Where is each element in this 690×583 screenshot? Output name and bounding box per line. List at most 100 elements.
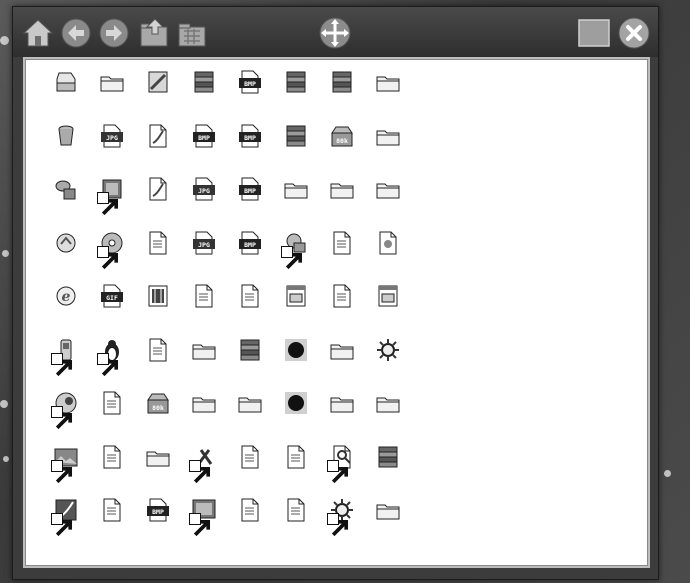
file-item[interactable] (43, 230, 89, 284)
web-doc-icon (283, 283, 309, 309)
file-item[interactable] (319, 390, 365, 444)
file-item[interactable] (135, 444, 181, 498)
file-item[interactable] (273, 69, 319, 123)
file-item[interactable] (89, 337, 135, 391)
file-item[interactable] (43, 337, 89, 391)
shortcut-arrow-icon (97, 245, 119, 269)
maximize-button[interactable] (577, 16, 611, 50)
file-item[interactable] (273, 390, 319, 444)
file-item[interactable] (135, 176, 181, 230)
file-type-label: BMP (244, 241, 256, 249)
file-item[interactable] (319, 283, 365, 337)
file-item[interactable] (227, 444, 273, 498)
file-type-label: JPG (106, 134, 118, 142)
gear-icon (327, 497, 355, 537)
file-item[interactable] (365, 497, 411, 551)
network-icon (53, 176, 79, 202)
file-item[interactable]: JPG (181, 176, 227, 230)
forward-button[interactable] (97, 16, 131, 50)
file-item[interactable] (273, 444, 319, 498)
file-item[interactable] (365, 176, 411, 230)
file-item[interactable]: GIF (89, 283, 135, 337)
file-item[interactable]: JPG (181, 230, 227, 284)
file-item[interactable] (365, 283, 411, 337)
file-item[interactable] (319, 337, 365, 391)
archive-icon (283, 69, 309, 95)
file-item[interactable] (365, 337, 411, 391)
file-item[interactable] (319, 230, 365, 284)
file-item[interactable] (319, 69, 365, 123)
file-item[interactable] (135, 123, 181, 177)
forward-arrow-icon (99, 18, 129, 48)
file-item[interactable]: BMP (227, 230, 273, 284)
file-item[interactable]: BMP (181, 123, 227, 177)
file-item[interactable] (181, 337, 227, 391)
file-item[interactable] (273, 283, 319, 337)
file-item[interactable] (89, 69, 135, 123)
file-item[interactable] (181, 283, 227, 337)
file-item[interactable] (181, 444, 227, 498)
file-item[interactable]: JPG (89, 123, 135, 177)
file-item[interactable] (273, 123, 319, 177)
file-item[interactable] (273, 176, 319, 230)
file-item[interactable]: 80k (135, 390, 181, 444)
file-item[interactable]: BMP (135, 497, 181, 551)
file-item[interactable] (319, 176, 365, 230)
file-item[interactable] (273, 497, 319, 551)
file-item[interactable] (365, 444, 411, 498)
file-type-label: GIF (106, 294, 118, 302)
file-item[interactable] (319, 444, 365, 498)
file-item[interactable] (43, 69, 89, 123)
archive-icon (237, 337, 263, 363)
file-icon-grid: BMP JPG BMP BMP 80k JPG BMP JPG BMP e GIF 80k BMP (43, 69, 411, 551)
folder-view-button[interactable] (175, 16, 209, 50)
drive-icon (53, 69, 79, 95)
note-icon (99, 497, 125, 523)
gear-icon (375, 337, 401, 363)
file-item[interactable] (365, 123, 411, 177)
file-item[interactable]: BMP (227, 123, 273, 177)
file-item[interactable] (89, 497, 135, 551)
file-item[interactable] (181, 69, 227, 123)
file-item[interactable] (365, 69, 411, 123)
file-item[interactable] (273, 337, 319, 391)
back-button[interactable] (59, 16, 93, 50)
file-item[interactable]: BMP (227, 176, 273, 230)
file-item[interactable] (43, 176, 89, 230)
file-item[interactable] (135, 283, 181, 337)
close-button[interactable] (617, 16, 651, 50)
folder-icon (375, 123, 401, 149)
move-window-button[interactable] (318, 16, 352, 50)
file-item[interactable] (89, 390, 135, 444)
file-item[interactable] (135, 69, 181, 123)
file-item[interactable] (89, 444, 135, 498)
file-item[interactable]: BMP (227, 69, 273, 123)
note-icon (283, 444, 309, 470)
file-item[interactable] (89, 230, 135, 284)
file-item[interactable] (181, 497, 227, 551)
back-arrow-icon (61, 18, 91, 48)
file-item[interactable] (89, 176, 135, 230)
file-item[interactable] (227, 337, 273, 391)
file-item[interactable] (227, 390, 273, 444)
file-item[interactable] (43, 123, 89, 177)
file-item[interactable] (365, 390, 411, 444)
folder-up-button[interactable] (137, 16, 171, 50)
file-item[interactable] (227, 283, 273, 337)
file-item[interactable]: 80k (319, 123, 365, 177)
jpg-icon: JPG (191, 176, 217, 202)
note-icon (99, 390, 125, 416)
file-item[interactable] (319, 497, 365, 551)
file-item[interactable] (43, 497, 89, 551)
file-item[interactable] (365, 230, 411, 284)
file-item[interactable] (181, 390, 227, 444)
file-item[interactable] (43, 390, 89, 444)
file-item[interactable] (227, 497, 273, 551)
file-item[interactable] (273, 230, 319, 284)
desktop-bubble (0, 36, 9, 45)
file-item[interactable]: e (43, 283, 89, 337)
file-item[interactable] (43, 444, 89, 498)
file-item[interactable] (135, 337, 181, 391)
file-item[interactable] (135, 230, 181, 284)
home-button[interactable] (21, 16, 55, 50)
